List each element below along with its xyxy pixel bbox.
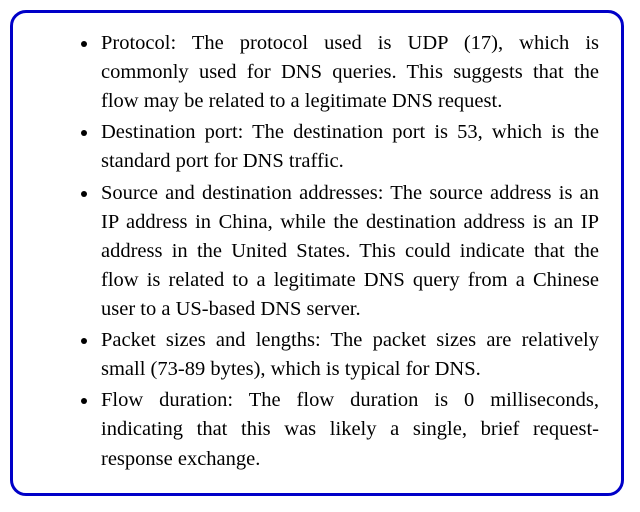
list-item: Source and destination addresses: The so… [99,179,599,325]
list-item: Flow duration: The flow duration is 0 mi… [99,386,599,473]
bullet-list: Protocol: The protocol used is UDP (17),… [35,29,599,474]
info-box: Protocol: The protocol used is UDP (17),… [10,10,624,496]
list-item: Destination port: The destination port i… [99,118,599,176]
list-item: Protocol: The protocol used is UDP (17),… [99,29,599,116]
list-item: Packet sizes and lengths: The packet siz… [99,326,599,384]
